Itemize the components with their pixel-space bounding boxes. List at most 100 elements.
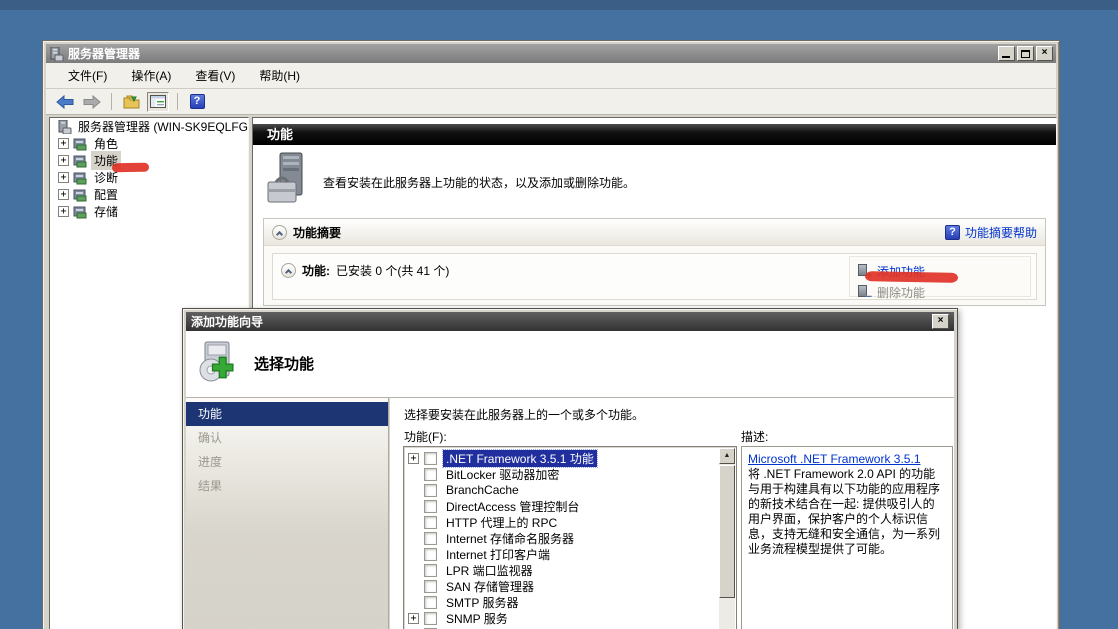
feature-row[interactable]: + SMTP 服务器 xyxy=(408,594,736,610)
show-hide-tree-button[interactable] xyxy=(120,92,142,112)
toolbar: ? xyxy=(46,89,1056,115)
feature-row[interactable]: + Internet 存储命名服务器 xyxy=(408,530,736,546)
feature-label[interactable]: DirectAccess 管理控制台 xyxy=(443,498,582,515)
menu-item[interactable]: 帮助(H) xyxy=(247,64,312,87)
features-summary-help-link[interactable]: 功能摘要帮助 xyxy=(965,224,1037,241)
feature-row[interactable]: + BranchCache xyxy=(408,482,736,498)
tree-node-icon xyxy=(73,205,88,219)
feature-label[interactable]: Internet 打印客户端 xyxy=(443,546,553,563)
wizard-step[interactable]: 结果 xyxy=(186,474,388,498)
wizard-step[interactable]: 功能 xyxy=(186,402,388,426)
features-scrollbar[interactable]: ▲ xyxy=(719,448,735,629)
feature-checkbox[interactable] xyxy=(424,564,437,577)
feature-row[interactable]: + BitLocker 驱动器加密 xyxy=(408,466,736,482)
features-toolbox-icon xyxy=(266,152,314,208)
scroll-thumb[interactable] xyxy=(719,465,735,598)
menu-item[interactable]: 操作(A) xyxy=(119,64,183,87)
tree-item[interactable]: + 配置 xyxy=(50,186,248,203)
features-summary-header: 功能摘要 ? 功能摘要帮助 xyxy=(264,219,1045,246)
wizard-step[interactable]: 确认 xyxy=(186,426,388,450)
feature-label[interactable]: Internet 存储命名服务器 xyxy=(443,530,577,547)
feature-row[interactable]: + SAN 存储管理器 xyxy=(408,578,736,594)
expand-plus-icon[interactable]: + xyxy=(58,206,69,217)
expand-plus-icon[interactable]: + xyxy=(408,613,419,624)
menu-item[interactable]: 文件(F) xyxy=(56,64,119,87)
expand-plus-icon[interactable]: + xyxy=(58,155,69,166)
feature-description-text: 将 .NET Framework 2.0 API 的功能与用于构建具有以下功能的… xyxy=(748,467,946,557)
wizard-step[interactable]: 进度 xyxy=(186,450,388,474)
feature-checkbox[interactable] xyxy=(424,580,437,593)
feature-checkbox[interactable] xyxy=(424,548,437,561)
framework-description-link[interactable]: Microsoft .NET Framework 3.5.1 xyxy=(748,452,946,466)
dialog-header: 选择功能 xyxy=(186,331,954,398)
console-view-button[interactable] xyxy=(147,92,169,112)
feature-checkbox[interactable] xyxy=(424,468,437,481)
feature-action-link[interactable]: − 删除功能 xyxy=(856,282,1030,303)
tree-item[interactable]: + 诊断 xyxy=(50,169,248,186)
add-features-wizard-dialog: 添加功能向导 × 选择功能 功能 确认 进度 结果 xyxy=(182,308,958,629)
feature-row[interactable]: + LPR 端口监视器 xyxy=(408,562,736,578)
window-titlebar[interactable]: 服务器管理器 × xyxy=(46,44,1056,63)
expand-plus-icon[interactable]: + xyxy=(58,172,69,183)
minimize-button[interactable] xyxy=(998,46,1015,61)
feature-checkbox[interactable] xyxy=(424,452,437,465)
maximize-button[interactable] xyxy=(1017,46,1034,61)
feature-row[interactable]: + .NET Framework 3.5.1 功能 xyxy=(408,450,736,466)
tree-item-label[interactable]: 存储 xyxy=(91,202,121,221)
feature-label[interactable]: .NET Framework 3.5.1 功能 xyxy=(443,450,597,467)
toolbar-separator xyxy=(177,93,178,110)
feature-row[interactable]: + Internet 打印客户端 xyxy=(408,546,736,562)
help-button[interactable]: ? xyxy=(186,92,208,112)
feature-row[interactable]: + SNMP 服务 xyxy=(408,610,736,626)
expand-plus-icon[interactable]: + xyxy=(58,189,69,200)
installed-count-value: 已安装 0 个(共 41 个) xyxy=(336,262,449,279)
feature-label[interactable]: BitLocker 驱动器加密 xyxy=(443,466,562,483)
action-label[interactable]: 删除功能 xyxy=(877,284,925,301)
red-annotation-tree xyxy=(112,163,149,173)
feature-label[interactable]: LPR 端口监视器 xyxy=(443,562,536,579)
feature-row[interactable]: + HTTP 代理上的 RPC xyxy=(408,514,736,530)
feature-description-panel: Microsoft .NET Framework 3.5.1 将 .NET Fr… xyxy=(741,446,953,629)
server-action-icon: − xyxy=(856,285,871,300)
feature-label[interactable]: SMTP 服务器 xyxy=(443,594,521,611)
feature-row[interactable]: + DirectAccess 管理控制台 xyxy=(408,498,736,514)
feature-checkbox[interactable] xyxy=(424,484,437,497)
red-annotation-add-features xyxy=(865,271,958,283)
pane-intro-text: 查看安装在此服务器上功能的状态，以及添加或删除功能。 xyxy=(323,174,635,191)
collapse-chevron-icon[interactable] xyxy=(281,263,296,278)
feature-checkbox[interactable] xyxy=(424,612,437,625)
dialog-close-button[interactable]: × xyxy=(932,314,949,329)
feature-label[interactable]: HTTP 代理上的 RPC xyxy=(443,514,560,531)
dialog-heading: 选择功能 xyxy=(254,331,314,398)
scroll-up-arrow[interactable]: ▲ xyxy=(719,448,735,464)
close-button[interactable]: × xyxy=(1036,46,1053,61)
expand-plus-icon[interactable]: + xyxy=(408,453,419,464)
features-rows: + .NET Framework 3.5.1 功能 + BitLocker 驱动… xyxy=(408,450,736,626)
feature-label[interactable]: SAN 存储管理器 xyxy=(443,578,537,595)
help-icon: ? xyxy=(190,94,205,109)
features-summary-section: 功能摘要 ? 功能摘要帮助 功能: 已安装 0 个(共 41 个) xyxy=(263,218,1046,306)
menu-item[interactable]: 查看(V) xyxy=(183,64,247,87)
tree-items: + 角色 + xyxy=(50,135,248,220)
feature-checkbox[interactable] xyxy=(424,500,437,513)
minimize-glyph xyxy=(1002,56,1010,58)
tree-item[interactable]: + 存储 xyxy=(50,203,248,220)
back-button[interactable] xyxy=(54,92,76,112)
tree-root[interactable]: 服务器管理器 (WIN-SK9EQLFGIL xyxy=(50,118,248,135)
feature-checkbox[interactable] xyxy=(424,532,437,545)
summary-help[interactable]: ? 功能摘要帮助 xyxy=(945,224,1037,241)
feature-label[interactable]: BranchCache xyxy=(443,483,522,497)
dialog-titlebar[interactable]: 添加功能向导 × xyxy=(186,312,954,331)
collapse-chevron-icon[interactable] xyxy=(272,225,287,240)
back-arrow-icon xyxy=(56,95,74,109)
feature-label[interactable]: SNMP 服务 xyxy=(443,610,511,627)
description-label: 描述: xyxy=(741,428,768,445)
expand-plus-icon[interactable]: + xyxy=(58,138,69,149)
feature-checkbox[interactable] xyxy=(424,516,437,529)
feature-checkbox[interactable] xyxy=(424,596,437,609)
desktop-top-band xyxy=(0,0,1118,10)
tree-node-icon xyxy=(73,188,88,202)
forward-button[interactable] xyxy=(81,92,103,112)
tree-node-icon xyxy=(73,171,88,185)
tree-item[interactable]: + 角色 xyxy=(50,135,248,152)
